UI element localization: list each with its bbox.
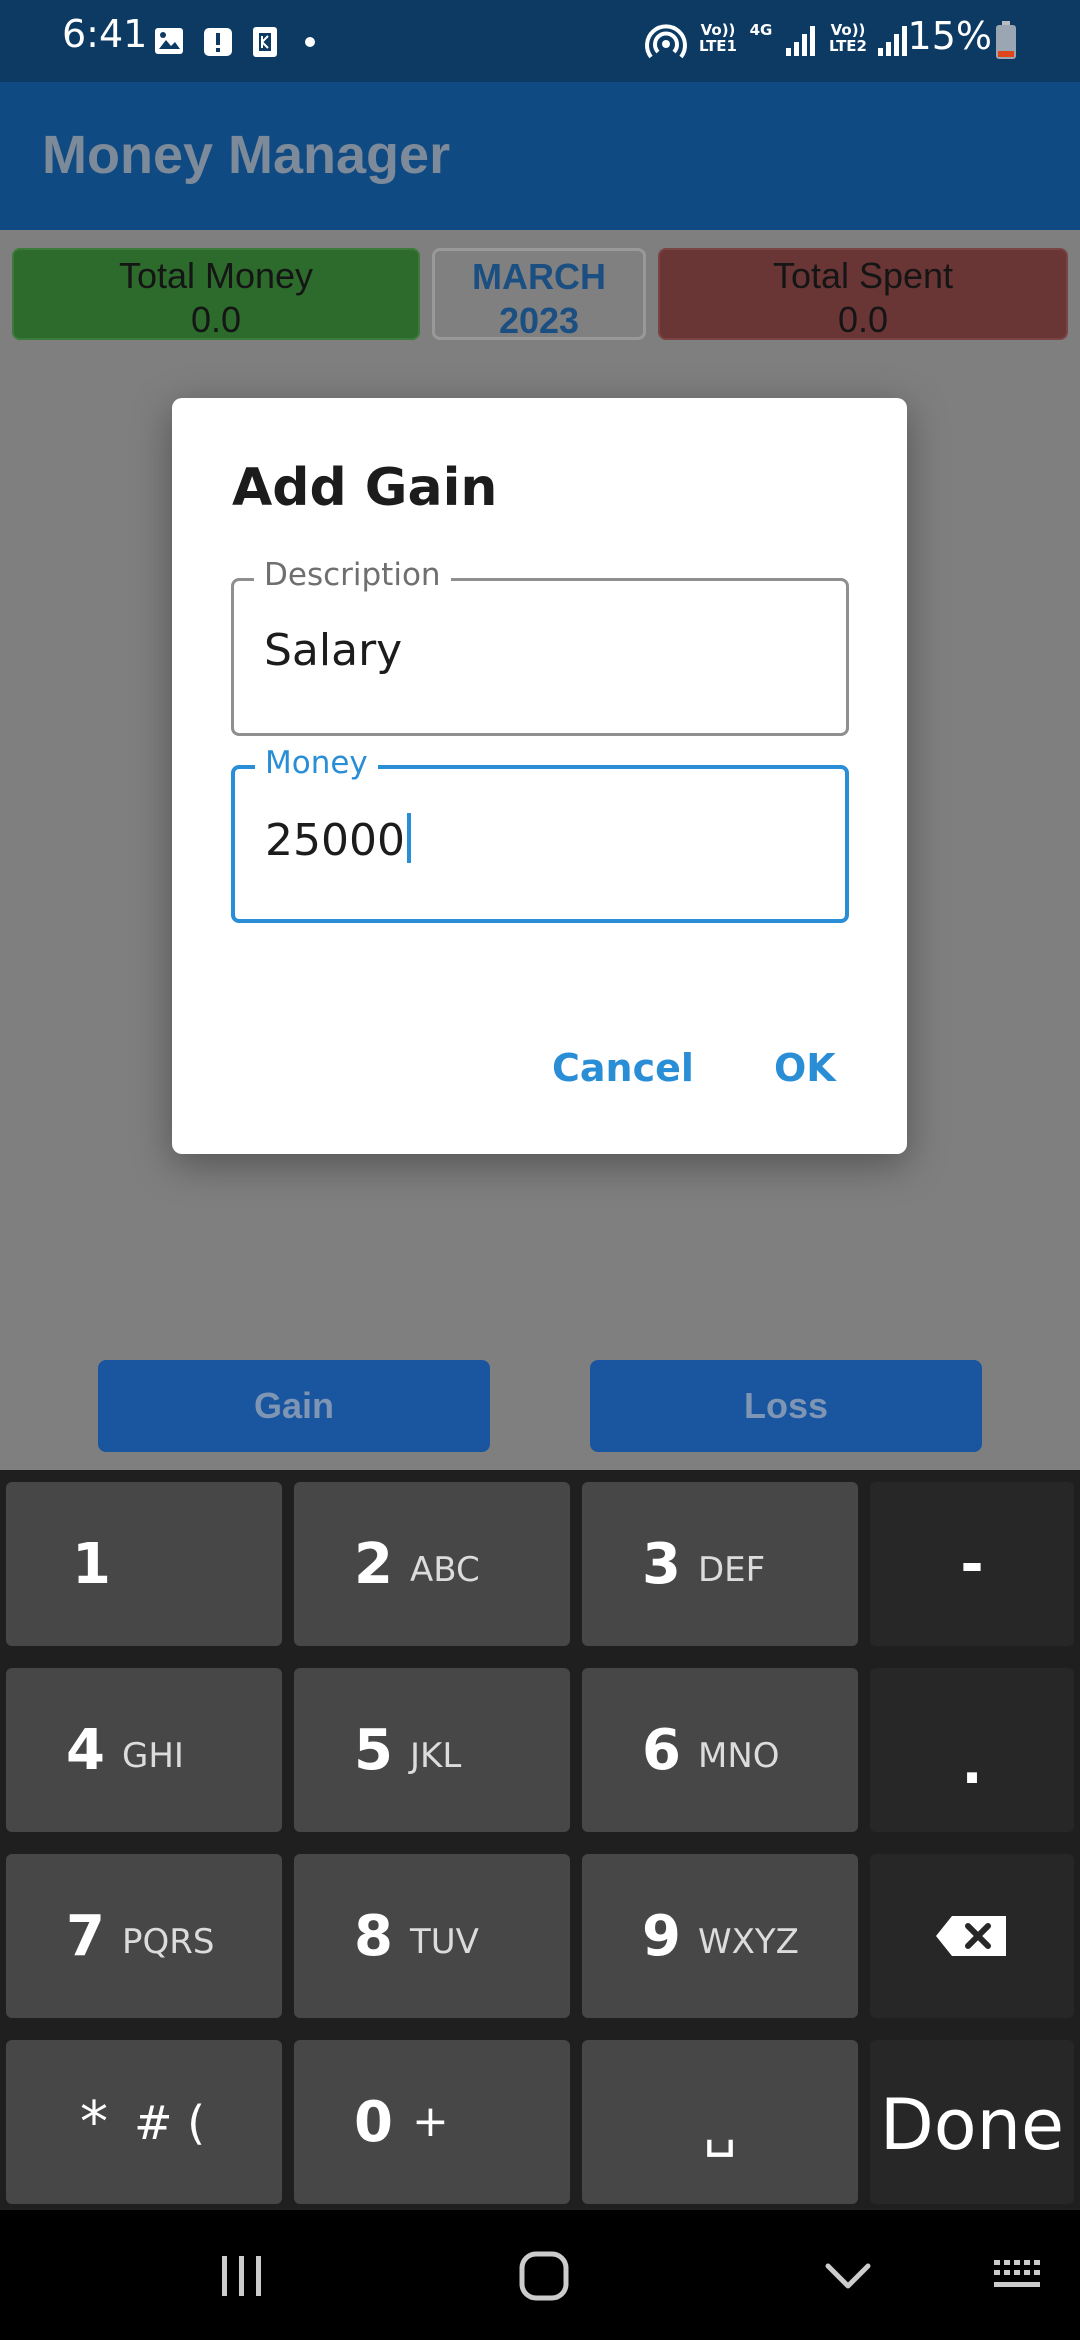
total-spent-value: 0.0 — [837, 299, 889, 340]
battery-percent: 15% — [907, 14, 992, 58]
app-bar: Money Manager — [0, 82, 1080, 230]
key-dot[interactable]: . — [870, 1668, 1074, 1832]
description-field[interactable]: Description Salary — [231, 557, 849, 736]
status-bar: 6:41 Vo)) LTE1 4G Vo)) LTE2 15% — [0, 0, 1080, 82]
key-3[interactable]: 3 DEF — [582, 1482, 858, 1646]
ok-button[interactable]: OK — [774, 1046, 836, 1090]
total-money-label: Total Money — [118, 255, 314, 296]
money-field[interactable]: Money 25000 — [231, 745, 849, 923]
sim1-label: Vo)) LTE1 — [699, 21, 737, 55]
dot-icon — [305, 37, 315, 47]
done-key[interactable]: Done — [870, 2040, 1074, 2204]
signal-icon — [878, 26, 907, 56]
description-label: Description — [254, 557, 451, 593]
status-time: 6:41 — [62, 12, 148, 56]
key-minus[interactable]: - — [870, 1482, 1074, 1646]
space-key[interactable]: ␣ — [582, 2040, 858, 2204]
hide-keyboard-icon[interactable] — [822, 2258, 874, 2294]
gain-button[interactable]: Gain — [98, 1360, 490, 1452]
home-icon[interactable] — [516, 2250, 572, 2302]
battery-icon — [996, 21, 1016, 59]
backspace-key[interactable] — [870, 1854, 1074, 2018]
image-icon — [155, 28, 183, 54]
backspace-icon — [936, 1916, 1006, 1956]
key-9[interactable]: 9 WXYZ — [582, 1854, 858, 2018]
description-value: Salary — [264, 625, 403, 676]
key-8[interactable]: 8 TUV — [294, 1854, 570, 2018]
navigation-bar — [0, 2210, 1080, 2340]
money-value: 25000 — [265, 815, 405, 866]
text-caret — [406, 813, 411, 863]
recent-apps-icon[interactable] — [216, 2252, 268, 2300]
total-money-value: 0.0 — [190, 299, 242, 340]
year-label: 2023 — [498, 300, 580, 341]
app-title: Money Manager — [42, 125, 451, 185]
key-0[interactable]: 0 + — [294, 2040, 570, 2204]
key-6[interactable]: 6 MNO — [582, 1668, 858, 1832]
network-type-label: 4G — [749, 21, 773, 39]
keyboard-icon[interactable] — [992, 2254, 1048, 2298]
key-star-symbols[interactable]: * # ( — [6, 2040, 282, 2204]
signal-icon — [786, 26, 815, 56]
key-7[interactable]: 7 PQRS — [6, 1854, 282, 2018]
total-spent-label: Total Spent — [772, 255, 954, 296]
numeric-keyboard: 1 2 ABC 3 DEF - 4 GHI 5 JKL 6 MNO . 7 PQ… — [0, 1470, 1080, 2210]
dialog-title: Add Gain — [232, 458, 498, 518]
money-input-row: 25000 — [265, 813, 411, 866]
total-spent-card: Total Spent 0.0 — [658, 248, 1068, 340]
cancel-button[interactable]: Cancel — [552, 1046, 694, 1090]
key-5[interactable]: 5 JKL — [294, 1668, 570, 1832]
hotspot-icon — [645, 24, 687, 59]
add-gain-dialog: Add Gain Description Salary Money 25000 … — [172, 398, 907, 1154]
sim2-label: Vo)) LTE2 — [829, 21, 867, 55]
key-4[interactable]: 4 GHI — [6, 1668, 282, 1832]
loss-button[interactable]: Loss — [590, 1360, 982, 1452]
key-1[interactable]: 1 — [6, 1482, 282, 1646]
month-label: MARCH — [472, 256, 606, 297]
total-money-card: Total Money 0.0 — [12, 248, 420, 340]
money-label: Money — [255, 745, 378, 781]
k-app-icon — [253, 27, 277, 57]
month-selector[interactable]: MARCH 2023 — [432, 248, 646, 341]
key-2[interactable]: 2 ABC — [294, 1482, 570, 1646]
alert-icon — [204, 28, 232, 56]
